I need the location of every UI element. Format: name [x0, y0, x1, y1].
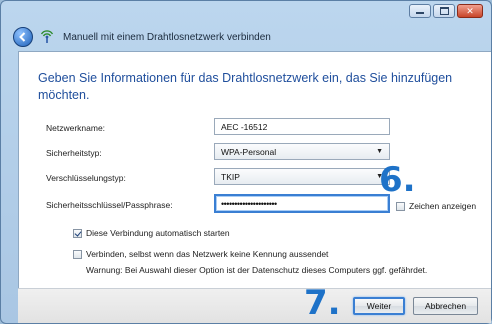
step-7-annotation: 7. — [304, 283, 341, 323]
encryption-type-label: Verschlüsselungstyp: — [46, 173, 126, 183]
auto-start-box[interactable] — [73, 228, 82, 238]
show-characters-label: Zeichen anzeigen — [409, 201, 477, 211]
step-6-annotation: 6. — [379, 160, 416, 200]
security-key-input[interactable]: ••••••••••••••••••••• — [214, 194, 390, 213]
security-type-label: Sicherheitstyp: — [46, 148, 102, 158]
cancel-button[interactable]: Abbrechen — [413, 297, 478, 315]
minimize-icon — [410, 5, 430, 17]
caption-buttons: ✕ — [409, 4, 483, 18]
connect-hidden-box[interactable] — [73, 249, 82, 259]
show-characters-checkbox[interactable]: Zeichen anzeigen — [396, 201, 476, 211]
content-panel: Geben Sie Informationen für das Drahtlos… — [18, 51, 491, 288]
connect-hidden-checkbox[interactable]: Verbinden, selbst wenn das Netzwerk kein… — [73, 249, 328, 259]
auto-start-label: Diese Verbindung automatisch starten — [86, 228, 230, 238]
network-name-value: AEC -16512 — [221, 121, 268, 132]
page-heading: Geben Sie Informationen für das Drahtlos… — [38, 71, 453, 102]
connect-hidden-label: Verbinden, selbst wenn das Netzwerk kein… — [86, 249, 329, 259]
network-name-label: Netzwerkname: — [46, 123, 106, 133]
close-button[interactable]: ✕ — [457, 4, 483, 18]
encryption-type-select[interactable]: TKIP ▼ — [214, 168, 390, 185]
security-key-value: ••••••••••••••••••••• — [221, 198, 277, 209]
privacy-warning: Warnung: Bei Auswahl dieser Option ist d… — [86, 265, 428, 275]
security-key-label: Sicherheitsschlüssel/Passphrase: — [46, 200, 173, 210]
network-name-input[interactable]: AEC -16512 — [214, 118, 390, 135]
auto-start-checkbox[interactable]: Diese Verbindung automatisch starten — [73, 228, 230, 238]
maximize-button[interactable] — [433, 4, 455, 18]
next-button[interactable]: Weiter — [353, 297, 405, 315]
window-title: Manuell mit einem Drahtlosnetzwerk verbi… — [63, 31, 271, 43]
chevron-down-icon: ▼ — [376, 148, 383, 155]
security-type-value: WPA-Personal — [221, 146, 277, 157]
back-arrow-icon — [19, 32, 26, 42]
security-type-select[interactable]: WPA-Personal ▼ — [214, 143, 390, 160]
encryption-type-value: TKIP — [221, 171, 240, 182]
close-icon: ✕ — [466, 5, 474, 16]
maximize-icon — [434, 5, 454, 17]
minimize-button[interactable] — [409, 4, 431, 18]
show-characters-box[interactable] — [396, 201, 405, 211]
back-button[interactable] — [13, 27, 33, 47]
dialog-window: ✕ Manuell mit einem Drahtlosnetzwerk ver… — [0, 0, 492, 324]
footer-bar: 7. Weiter Abbrechen — [18, 283, 491, 323]
title-bar: Manuell mit einem Drahtlosnetzwerk verbi… — [13, 27, 271, 47]
wireless-network-icon — [40, 30, 54, 43]
